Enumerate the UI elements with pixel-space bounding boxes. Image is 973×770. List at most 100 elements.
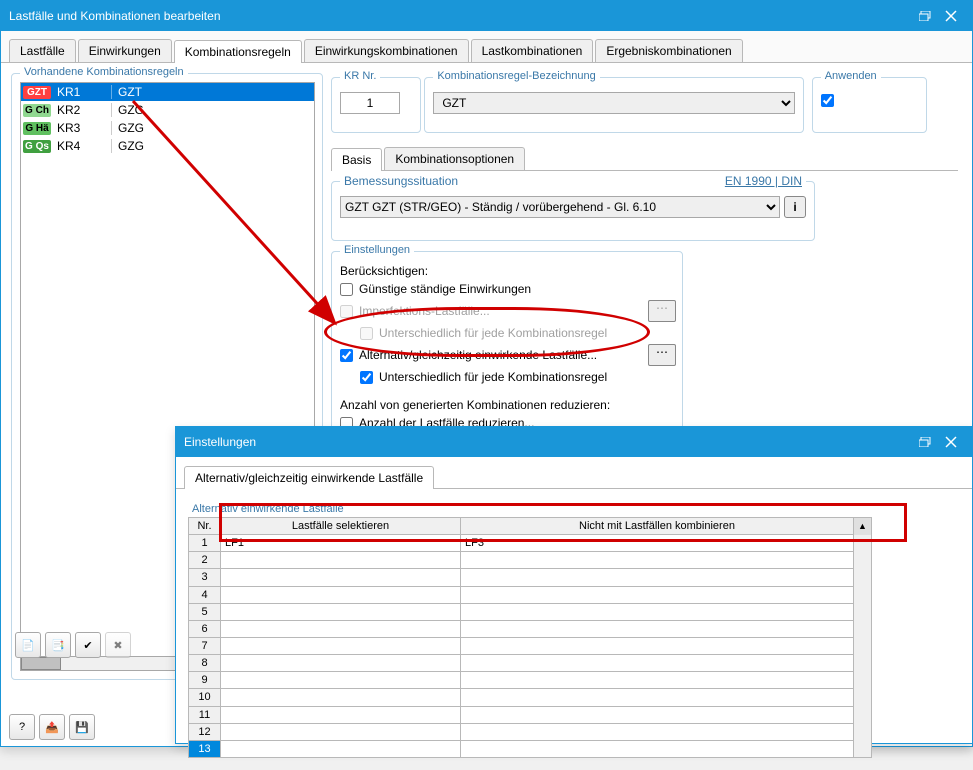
grid-cell-combine[interactable] [461,655,854,672]
main-tabs: LastfälleEinwirkungenKombinationsregelnE… [1,31,972,63]
dialog-close-icon[interactable] [938,432,964,452]
einst-opt: Unterschiedlich für jede Kombinationsreg… [340,368,674,386]
scroll-up-icon[interactable]: ▲ [854,518,871,535]
help-icon[interactable]: ? [9,714,35,740]
table-row[interactable]: 2 [189,552,854,569]
grid-cell-combine[interactable] [461,569,854,586]
anwenden-checkbox[interactable] [821,94,834,107]
einst-checkbox[interactable] [340,349,353,362]
grid-cell-select[interactable]: LF1 [221,535,461,552]
table-row[interactable]: 9 [189,672,854,689]
rule-desc: GZG [111,121,314,135]
tab-ergebniskombinationen[interactable]: Ergebniskombinationen [595,39,742,62]
grid-cell-combine[interactable] [461,689,854,706]
table-row[interactable]: 4 [189,586,854,603]
einst-checkbox[interactable] [360,371,373,384]
grid-rownum: 3 [189,569,221,586]
rule-tag: GZT [23,86,51,99]
grid-rownum: 1 [189,535,221,552]
kr-bez-select[interactable]: GZT [433,92,795,114]
tab-einwirkungen[interactable]: Einwirkungen [78,39,172,62]
einst-label: Unterschiedlich für jede Kombinationsreg… [379,326,607,340]
dialog-group-title: Alternativ einwirkende Lastfälle [188,503,348,515]
subtab-kombinationsoptionen[interactable]: Kombinationsoptionen [384,147,525,170]
grid-cell-select[interactable] [221,552,461,569]
tab-einwirkungskombinationen[interactable]: Einwirkungskombinationen [304,39,469,62]
grid-rownum: 8 [189,655,221,672]
grid-header: Nicht mit Lastfällen kombinieren [461,518,854,535]
einst-checkbox [360,327,373,340]
grid-cell-select[interactable] [221,689,461,706]
bemess-norm-link[interactable]: EN 1990 | DIN [725,174,802,188]
grid-cell-select[interactable] [221,586,461,603]
grid-cell-combine[interactable] [461,740,854,757]
einst-edit-icon[interactable]: ⋯ [648,344,676,366]
grid-rownum: 10 [189,689,221,706]
table-row[interactable]: 6 [189,620,854,637]
grid-cell-select[interactable] [221,655,461,672]
dialog-restore-icon[interactable] [912,432,938,452]
bemess-select[interactable]: GZT GZT (STR/GEO) - Ständig / vorübergeh… [340,196,780,218]
rule-tag: G Qs [23,140,51,153]
grid-cell-select[interactable] [221,672,461,689]
grid-cell-select[interactable] [221,569,461,586]
table-row[interactable]: 3 [189,569,854,586]
grid-cell-select[interactable] [221,723,461,740]
einst-opt: Günstige ständige Einwirkungen [340,280,674,298]
grid-cell-select[interactable] [221,740,461,757]
kr-nr-input[interactable] [340,92,400,114]
rule-row-kr4[interactable]: G QsKR4GZG [21,137,314,155]
grid-cell-combine[interactable]: LF3 [461,535,854,552]
rule-row-kr2[interactable]: G ChKR2GZG [21,101,314,119]
grid-cell-combine[interactable] [461,603,854,620]
export-icon[interactable]: 📤 [39,714,65,740]
table-row[interactable]: 7 [189,637,854,654]
table-row[interactable]: 5 [189,603,854,620]
einst-head1: Berücksichtigen: [340,260,674,280]
einst-checkbox[interactable] [340,283,353,296]
tab-lastkombinationen[interactable]: Lastkombinationen [471,39,594,62]
grid-cell-combine[interactable] [461,672,854,689]
grid-rownum: 5 [189,603,221,620]
grid-cell-combine[interactable] [461,706,854,723]
anwenden-label: Anwenden [821,70,881,82]
grid-cell-combine[interactable] [461,723,854,740]
rule-row-kr1[interactable]: GZTKR1GZT [21,83,314,101]
new-icon[interactable]: 📄 [15,632,41,658]
check-icon[interactable]: ✔ [75,632,101,658]
grid-cell-combine[interactable] [461,620,854,637]
grid-rownum: 6 [189,620,221,637]
save-icon[interactable]: 💾 [69,714,95,740]
einst-label: Günstige ständige Einwirkungen [359,282,531,296]
bemess-label: Bemessungssituation [344,174,458,188]
table-row[interactable]: 11 [189,706,854,723]
einst-opt: Unterschiedlich für jede Kombinationsreg… [340,324,674,342]
dialog-titlebar: Einstellungen [176,427,972,457]
subtab-basis[interactable]: Basis [331,148,382,171]
grid-header: Lastfälle selektieren [221,518,461,535]
tab-lastfälle[interactable]: Lastfälle [9,39,76,62]
table-row[interactable]: 12 [189,723,854,740]
grid-cell-select[interactable] [221,620,461,637]
delete-icon[interactable]: ✖ [105,632,131,658]
table-row[interactable]: 10 [189,689,854,706]
loadcase-grid[interactable]: Nr.Lastfälle selektierenNicht mit Lastfä… [188,517,854,758]
grid-cell-combine[interactable] [461,586,854,603]
rule-desc: GZG [111,139,314,153]
table-row[interactable]: 13 [189,740,854,757]
grid-cell-combine[interactable] [461,552,854,569]
library-icon[interactable]: 📑 [45,632,71,658]
grid-cell-select[interactable] [221,603,461,620]
close-icon[interactable] [938,6,964,26]
restore-icon[interactable] [912,6,938,26]
dialog-tab-alternativ[interactable]: Alternativ/gleichzeitig einwirkende Last… [184,466,434,489]
info-icon[interactable]: і [784,196,806,218]
grid-vscroll[interactable]: ▲ [854,517,872,758]
table-row[interactable]: 8 [189,655,854,672]
table-row[interactable]: 1LF1LF3 [189,535,854,552]
rule-row-kr3[interactable]: G HäKR3GZG [21,119,314,137]
grid-cell-combine[interactable] [461,637,854,654]
tab-kombinationsregeln[interactable]: Kombinationsregeln [174,40,302,63]
grid-cell-select[interactable] [221,637,461,654]
grid-cell-select[interactable] [221,706,461,723]
